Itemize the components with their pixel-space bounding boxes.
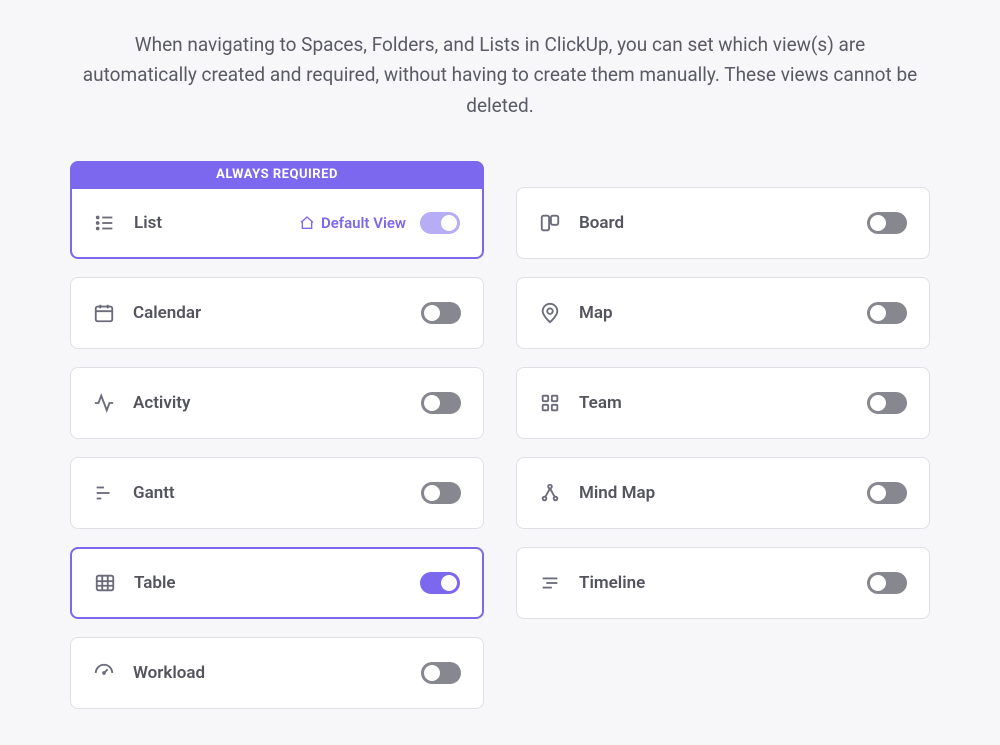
view-card-left: Calendar — [93, 302, 201, 324]
toggle-activity[interactable] — [421, 392, 461, 414]
toggle-team[interactable] — [867, 392, 907, 414]
required-banner: ALWAYS REQUIRED — [70, 161, 484, 188]
view-card-left: Team — [539, 392, 622, 414]
views-grid: ALWAYS REQUIRED List Default View — [70, 161, 930, 709]
toggle-map[interactable] — [867, 302, 907, 324]
view-label: Workload — [133, 663, 205, 683]
view-card-board-wrapper: Board — [516, 187, 930, 259]
view-card-left: Board — [539, 212, 624, 234]
toggle-knob — [441, 215, 457, 231]
empty-cell — [516, 637, 930, 709]
view-label: Timeline — [579, 573, 645, 593]
view-label: Table — [134, 573, 176, 593]
timeline-icon — [539, 572, 561, 594]
mindmap-icon — [539, 482, 561, 504]
view-card-list-wrapper: ALWAYS REQUIRED List Default View — [70, 187, 484, 259]
view-label: Team — [579, 393, 622, 413]
view-card-workload[interactable]: Workload — [70, 637, 484, 709]
toggle-gantt[interactable] — [421, 482, 461, 504]
toggle-knob — [424, 395, 440, 411]
view-card-board[interactable]: Board — [516, 187, 930, 259]
view-card-left: Gantt — [93, 482, 175, 504]
view-card-timeline[interactable]: Timeline — [516, 547, 930, 619]
view-card-map[interactable]: Map — [516, 277, 930, 349]
list-icon — [94, 212, 116, 234]
toggle-mindmap[interactable] — [867, 482, 907, 504]
view-label: Gantt — [133, 483, 175, 503]
toggle-knob — [870, 305, 886, 321]
map-pin-icon — [539, 302, 561, 324]
view-card-team[interactable]: Team — [516, 367, 930, 439]
gantt-icon — [93, 482, 115, 504]
default-view-label: Default View — [321, 214, 406, 232]
view-label: Activity — [133, 393, 190, 413]
team-icon — [539, 392, 561, 414]
toggle-knob — [870, 485, 886, 501]
view-card-left: Activity — [93, 392, 190, 414]
toggle-knob — [424, 485, 440, 501]
toggle-knob — [870, 215, 886, 231]
activity-icon — [93, 392, 115, 414]
view-card-left: Map — [539, 302, 613, 324]
toggle-board[interactable] — [867, 212, 907, 234]
view-card-left: Table — [94, 572, 176, 594]
board-icon — [539, 212, 561, 234]
toggle-knob — [424, 305, 440, 321]
toggle-timeline[interactable] — [867, 572, 907, 594]
view-card-left: Workload — [93, 662, 205, 684]
toggle-knob — [870, 575, 886, 591]
table-icon — [94, 572, 116, 594]
workload-icon — [93, 662, 115, 684]
default-view-badge[interactable]: Default View — [299, 214, 406, 232]
toggle-calendar[interactable] — [421, 302, 461, 324]
view-card-list[interactable]: List Default View — [70, 187, 484, 259]
home-icon — [299, 215, 315, 231]
view-card-left: Mind Map — [539, 482, 655, 504]
view-label: Map — [579, 303, 613, 323]
view-card-left: List — [94, 212, 162, 234]
view-card-left: Timeline — [539, 572, 645, 594]
toggle-knob — [424, 665, 440, 681]
toggle-knob — [441, 575, 457, 591]
toggle-knob — [870, 395, 886, 411]
view-card-gantt[interactable]: Gantt — [70, 457, 484, 529]
view-label: Mind Map — [579, 483, 655, 503]
view-label: Board — [579, 213, 624, 233]
view-label: List — [134, 213, 162, 233]
calendar-icon — [93, 302, 115, 324]
toggle-workload[interactable] — [421, 662, 461, 684]
view-card-table[interactable]: Table — [70, 547, 484, 619]
settings-description: When navigating to Spaces, Folders, and … — [70, 30, 930, 121]
view-card-activity[interactable]: Activity — [70, 367, 484, 439]
view-card-right: Default View — [299, 212, 460, 234]
view-card-calendar[interactable]: Calendar — [70, 277, 484, 349]
toggle-table[interactable] — [420, 572, 460, 594]
toggle-list[interactable] — [420, 212, 460, 234]
view-label: Calendar — [133, 303, 201, 323]
view-card-mindmap[interactable]: Mind Map — [516, 457, 930, 529]
